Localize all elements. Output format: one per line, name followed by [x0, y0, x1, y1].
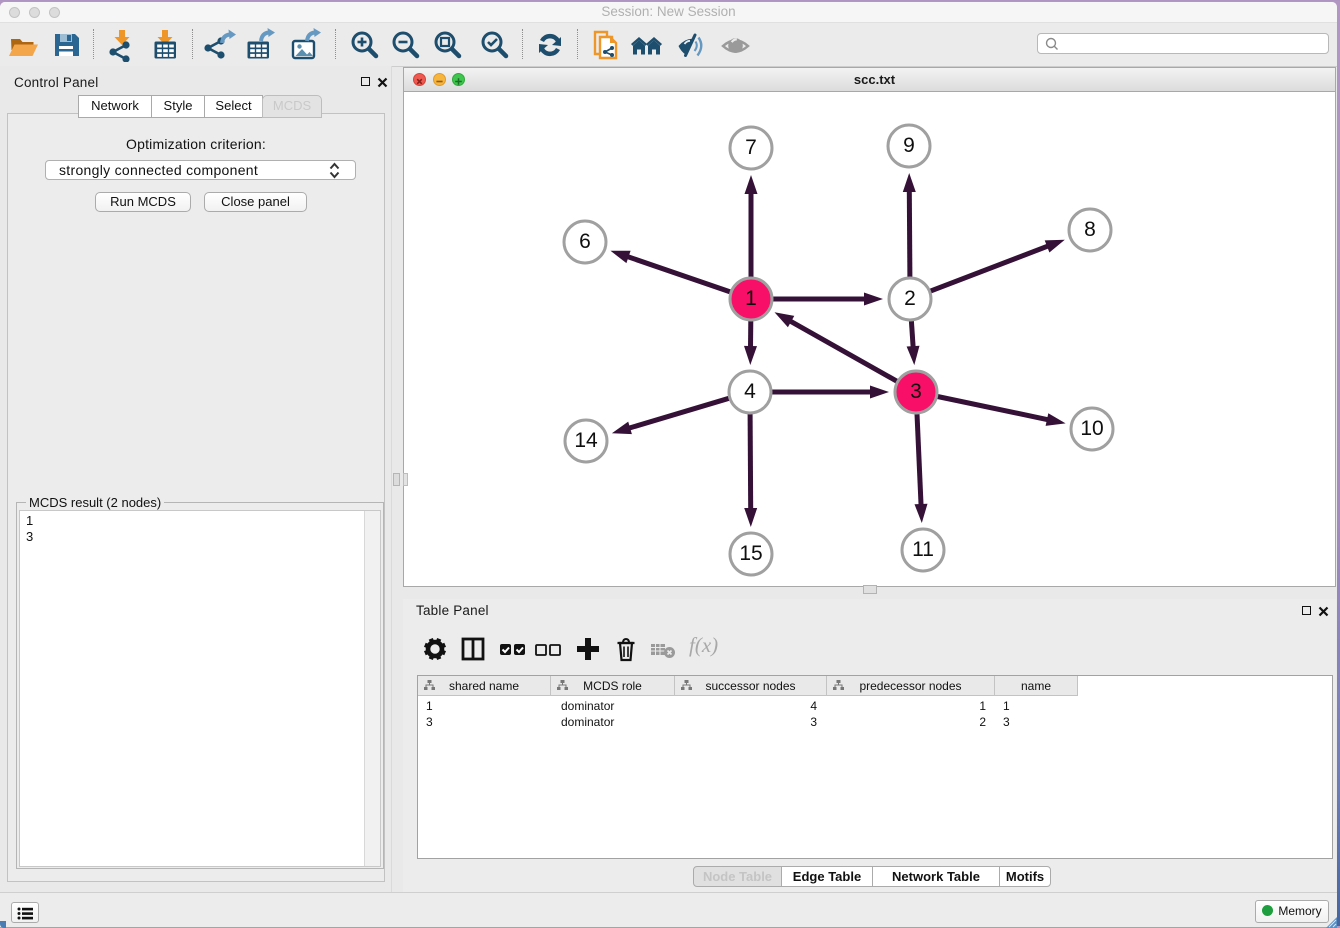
svg-text:14: 14 — [574, 429, 598, 452]
svg-text:3: 3 — [910, 380, 922, 403]
svg-text:15: 15 — [739, 542, 762, 565]
svg-text:8: 8 — [1084, 218, 1096, 241]
svg-text:9: 9 — [903, 134, 915, 157]
svg-text:4: 4 — [744, 380, 756, 403]
svg-text:7: 7 — [745, 136, 757, 159]
svg-text:2: 2 — [904, 287, 916, 310]
svg-text:6: 6 — [579, 230, 591, 253]
svg-text:10: 10 — [1080, 417, 1103, 440]
svg-text:11: 11 — [912, 538, 934, 561]
svg-text:1: 1 — [745, 287, 757, 310]
